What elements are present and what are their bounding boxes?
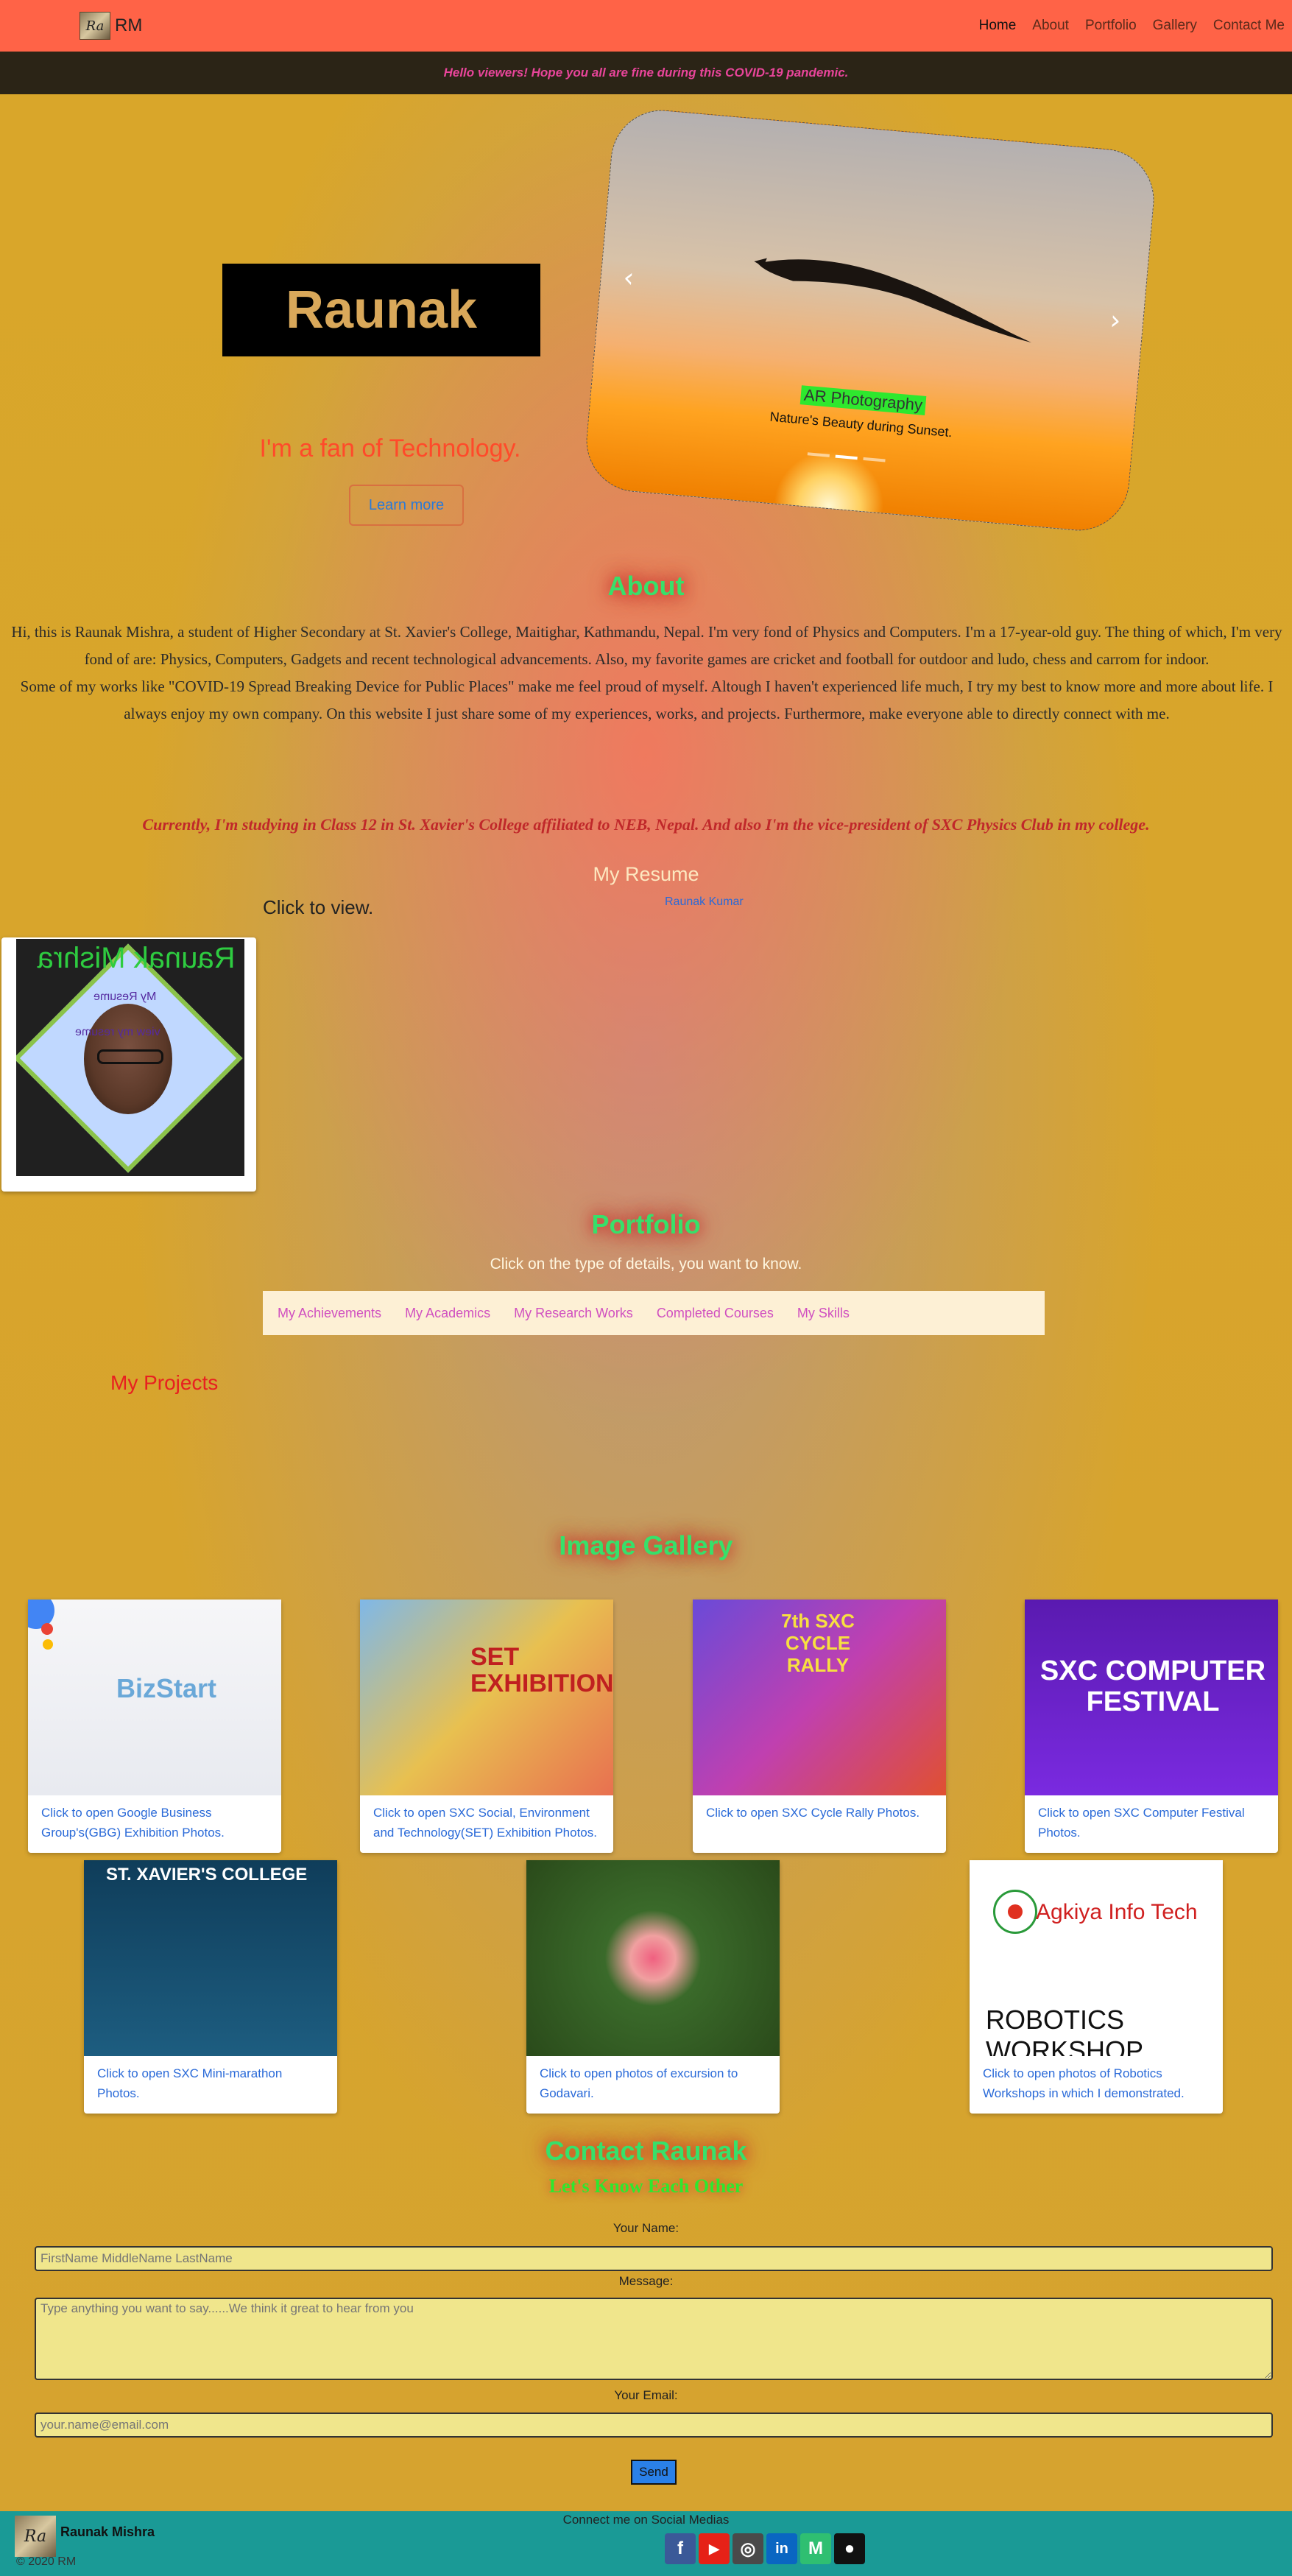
linkedin-icon[interactable]: in <box>766 2533 797 2564</box>
gallery-image-text: SXC COMPUTER FESTIVAL <box>1039 1655 1266 1717</box>
gallery-card-gbg[interactable]: BizStart Click to open Google Business G… <box>28 1600 281 1853</box>
carousel-caption: AR Photography Nature's Beauty during Su… <box>590 367 1134 456</box>
carousel-prev-icon[interactable]: ‹ <box>622 263 635 294</box>
currently-studying: Currently, I'm studying in Class 12 in S… <box>142 815 1150 834</box>
github-icon[interactable]: ● <box>834 2533 865 2564</box>
medium-icon[interactable]: M <box>800 2533 831 2564</box>
footer-connect-text: Connect me on Social Medias <box>562 2513 730 2527</box>
hero-name: Raunak <box>285 281 478 339</box>
gallery-image-marathon: ST. XAVIER'S COLLEGE <box>84 1860 337 2056</box>
portfolio-subtitle: Click on the type of details, you want t… <box>490 1256 802 1273</box>
gallery-image-computer-festival: SXC COMPUTER FESTIVAL <box>1025 1600 1278 1795</box>
social-links: f ▶ ◎ in M ● <box>665 2533 865 2564</box>
gallery-card-cycle[interactable]: 7th SXC CYCLE RALLY Click to open SXC Cy… <box>693 1600 946 1853</box>
gallery-caption-cycle[interactable]: Click to open SXC Cycle Rally Photos. <box>706 1803 936 1823</box>
resume-card-name: Raunak Mishra <box>37 942 236 974</box>
resume-link[interactable]: Raunak Kumar <box>665 895 744 909</box>
gallery-image-godavari <box>526 1860 780 2056</box>
resume-click-hint: Click to view. <box>263 896 374 918</box>
learn-more-button[interactable]: Learn more <box>349 485 464 526</box>
contact-subtitle: Let's Know Each Other <box>548 2175 744 2197</box>
tab-skills[interactable]: My Skills <box>797 1306 850 1321</box>
projects-heading[interactable]: My Projects <box>110 1371 218 1395</box>
portfolio-tabs: My Achievements My Academics My Research… <box>263 1291 1045 1335</box>
brand[interactable]: Ra RM <box>80 12 142 40</box>
gallery-image-text: ST. XAVIER'S COLLEGE <box>106 1865 308 1885</box>
gallery-caption-godavari[interactable]: Click to open photos of excursion to God… <box>540 2063 769 2103</box>
gallery-card-marathon[interactable]: ST. XAVIER'S COLLEGE Click to open SXC M… <box>84 1860 337 2114</box>
carousel-title: AR Photography <box>799 385 927 415</box>
gallery-caption-robotics[interactable]: Click to open photos of Robotics Worksho… <box>983 2063 1212 2103</box>
resume-card-line1: My Resume <box>93 990 157 1003</box>
bird-silhouette <box>754 258 1032 343</box>
about-paragraph-2: Some of my works like "COVID-19 Spread B… <box>20 678 1274 722</box>
gallery-image-text: 7th SXC CYCLE RALLY <box>781 1610 855 1676</box>
tab-academics[interactable]: My Academics <box>405 1306 490 1321</box>
nav-link-about[interactable]: About <box>1032 18 1069 34</box>
tab-research-works[interactable]: My Research Works <box>514 1306 633 1321</box>
announcement-bar: Hello viewers! Hope you all are fine dur… <box>0 52 1292 94</box>
message-label: Message: <box>618 2274 674 2288</box>
hero-name-box: Raunak <box>222 264 540 356</box>
announcement-text: Hello viewers! Hope you all are fine dur… <box>443 66 849 80</box>
gallery-card-set[interactable]: SET EXHIBITION Click to open SXC Social,… <box>360 1600 613 1853</box>
gallery-image-text: SET EXHIBITION <box>470 1643 613 1697</box>
resume-image: Raunak Mishra My Resume view my resume <box>16 939 244 1176</box>
footer-copyright: © 2020 RM <box>16 2555 77 2568</box>
resume-title: My Resume <box>593 863 699 885</box>
nav-link-gallery[interactable]: Gallery <box>1153 18 1197 34</box>
gallery-image-brand: Agkiya Info Tech <box>1036 1900 1198 1924</box>
gallery-image-gbg: BizStart <box>28 1600 281 1795</box>
gallery-card-robotics[interactable]: Agkiya Info Tech ROBOTICS WORKSHOP Click… <box>970 1860 1223 2114</box>
message-input[interactable] <box>35 2298 1273 2380</box>
hero-tagline: I'm a fan of Technology. <box>259 434 521 462</box>
brand-text: RM <box>115 15 143 35</box>
carousel-indicator[interactable] <box>863 457 886 462</box>
instagram-icon[interactable]: ◎ <box>733 2533 763 2564</box>
tab-completed-courses[interactable]: Completed Courses <box>657 1306 774 1321</box>
about-paragraph-1: Hi, this is Raunak Mishra, a student of … <box>11 623 1282 668</box>
gallery-caption-set[interactable]: Click to open SXC Social, Environment an… <box>373 1803 603 1843</box>
profile-glasses <box>97 1049 163 1064</box>
youtube-icon[interactable]: ▶ <box>699 2533 730 2564</box>
facebook-icon[interactable]: f <box>665 2533 696 2564</box>
carousel-next-icon[interactable]: › <box>1109 305 1122 336</box>
email-label: Your Email: <box>614 2388 678 2402</box>
brand-logo: Ra <box>80 12 110 40</box>
nav-link-portfolio[interactable]: Portfolio <box>1085 18 1137 34</box>
nav-links: Home About Portfolio Gallery Contact Me <box>979 18 1285 34</box>
photo-carousel[interactable]: ‹ › AR Photography Nature's Beauty durin… <box>582 105 1159 535</box>
about-text: Hi, this is Raunak Mishra, a student of … <box>4 619 1289 728</box>
gallery-card-computer-festival[interactable]: SXC COMPUTER FESTIVAL Click to open SXC … <box>1025 1600 1278 1853</box>
gallery-card-godavari[interactable]: Click to open photos of excursion to God… <box>526 1860 780 2114</box>
gallery-caption-gbg[interactable]: Click to open Google Business Group's(GB… <box>41 1803 271 1843</box>
resume-card[interactable]: Raunak Mishra My Resume view my resume <box>1 937 256 1192</box>
name-input[interactable] <box>35 2246 1273 2271</box>
gallery-image-text: BizStart <box>116 1673 217 1703</box>
gallery-image-robotics: Agkiya Info Tech ROBOTICS WORKSHOP <box>970 1860 1223 2056</box>
about-title: About <box>607 571 685 601</box>
nav-link-home[interactable]: Home <box>979 18 1017 34</box>
contact-title: Contact Raunak <box>545 2136 747 2166</box>
nav-link-contact[interactable]: Contact Me <box>1213 18 1285 34</box>
portfolio-title: Portfolio <box>591 1209 701 1239</box>
gallery-image-set: SET EXHIBITION <box>360 1600 613 1795</box>
gallery-image-text: ROBOTICS WORKSHOP <box>986 2005 1144 2056</box>
tab-achievements[interactable]: My Achievements <box>278 1306 381 1321</box>
email-input[interactable] <box>35 2413 1273 2438</box>
gallery-title: Image Gallery <box>559 1530 733 1560</box>
send-button[interactable]: Send <box>631 2460 677 2485</box>
gallery-caption-marathon[interactable]: Click to open SXC Mini-marathon Photos. <box>97 2063 327 2103</box>
gallery-image-cycle: 7th SXC CYCLE RALLY <box>693 1600 946 1795</box>
resume-card-line2: view my resume <box>75 1026 160 1038</box>
name-label: Your Name: <box>613 2221 679 2235</box>
gallery-caption-computer-festival[interactable]: Click to open SXC Computer Festival Phot… <box>1038 1803 1268 1843</box>
